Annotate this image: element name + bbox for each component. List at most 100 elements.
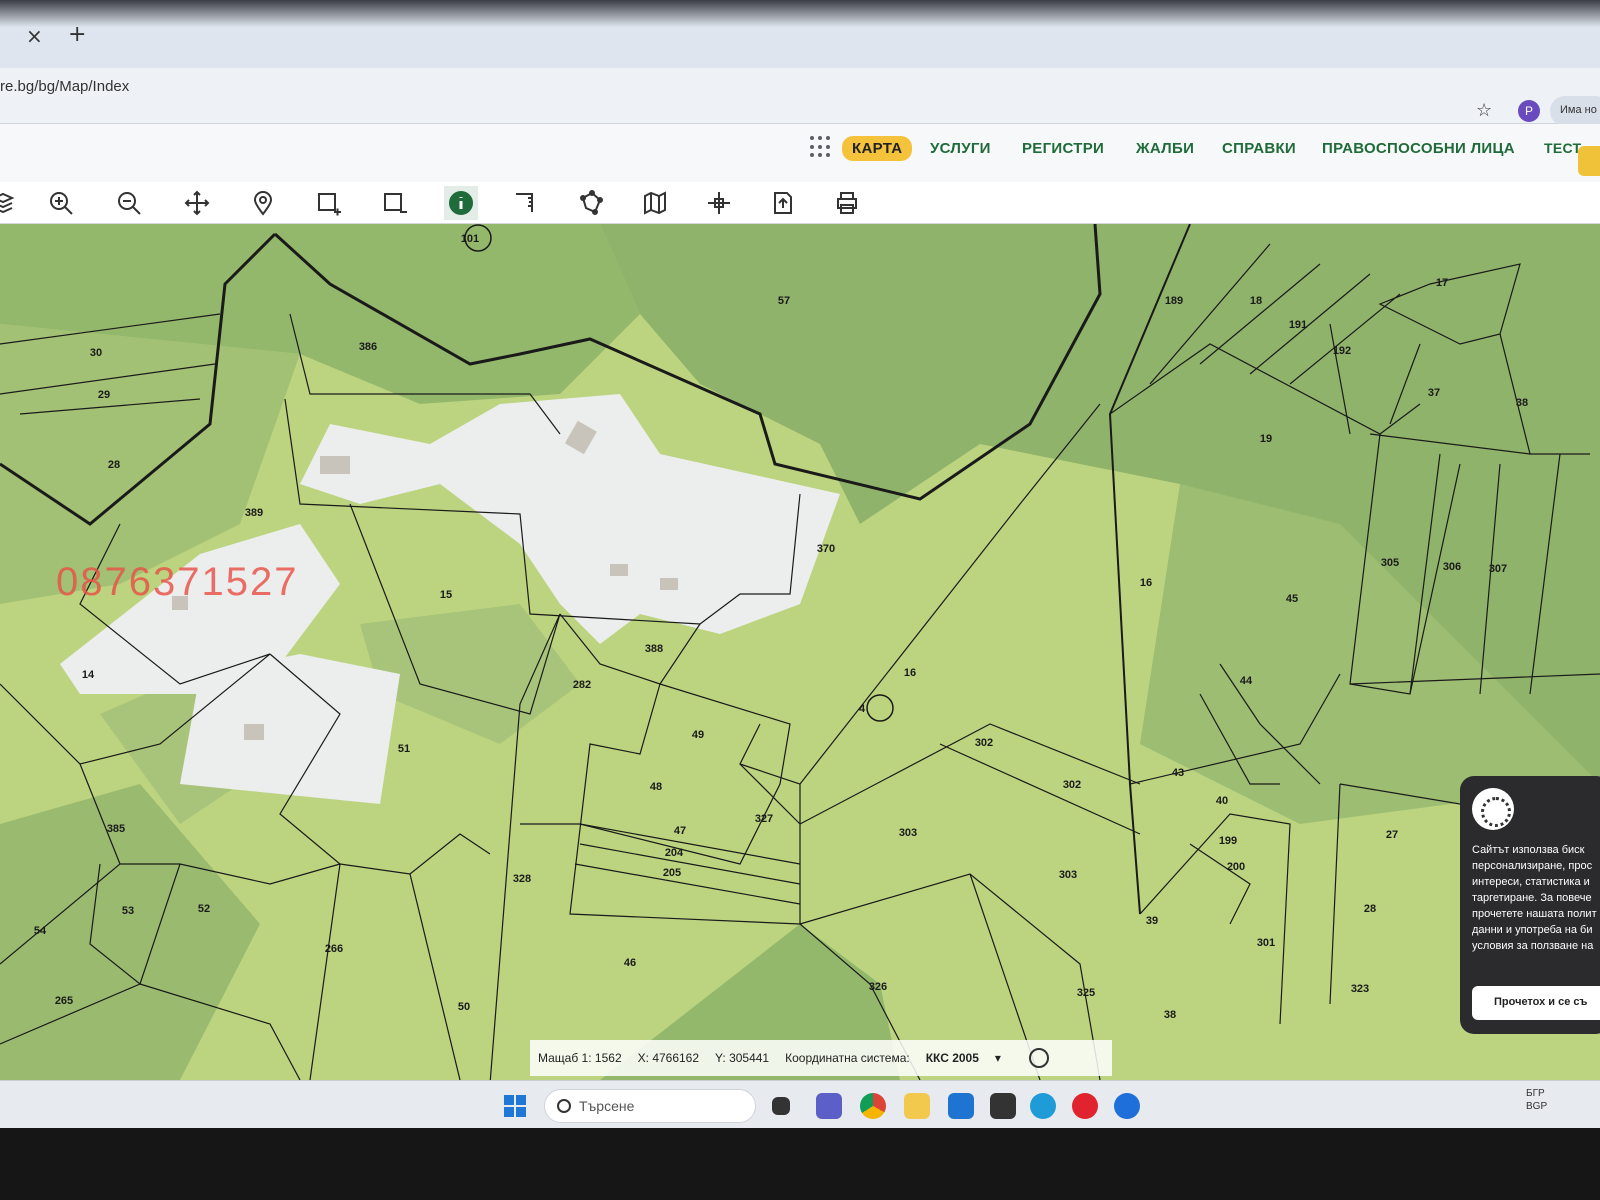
- parcel-number-label: 28: [1364, 903, 1376, 915]
- windows-taskbar: Търсене БГР BGP: [0, 1080, 1600, 1128]
- zoom-box-in-icon[interactable]: [312, 186, 346, 220]
- polygon-icon[interactable]: [574, 186, 608, 220]
- parcel-number-label: 45: [1286, 593, 1298, 605]
- chevron-down-icon[interactable]: ▾: [995, 1051, 1001, 1065]
- parcel-number-label: 385: [107, 823, 125, 835]
- scale-value: 1562: [594, 1051, 622, 1065]
- parcel-number-label: 47: [674, 825, 686, 837]
- parcel-number-label: 30: [90, 347, 102, 359]
- parcel-number-label: 266: [325, 943, 343, 955]
- map-toolbar: [0, 182, 1600, 224]
- parcel-number-label: 199: [1219, 835, 1237, 847]
- parcel-number-label: 52: [198, 903, 210, 915]
- layers-icon[interactable]: [0, 186, 20, 220]
- opera-icon[interactable]: [1072, 1093, 1098, 1119]
- parcel-number-label: 15: [440, 589, 452, 601]
- parcel-number-label: 200: [1227, 861, 1245, 873]
- cookie-icon: [1472, 788, 1514, 830]
- crs-label: Координатна система:: [785, 1051, 910, 1065]
- parcel-number-label: 27: [1386, 829, 1398, 841]
- coordinate-search-icon[interactable]: [1028, 1048, 1049, 1068]
- zoom-out-icon[interactable]: [112, 186, 146, 220]
- file-explorer-icon[interactable]: [904, 1093, 930, 1119]
- phone-watermark: 0876371527: [56, 560, 299, 604]
- search-icon: [557, 1099, 571, 1113]
- parcel-number-label: 370: [817, 543, 835, 555]
- parcel-number-label: 18: [1250, 295, 1262, 307]
- parcel-number-label: 327: [755, 813, 773, 825]
- parcel-number-label: 16: [904, 667, 916, 679]
- bookmark-star-icon[interactable]: ☆: [1476, 100, 1492, 121]
- apps-grid-icon[interactable]: [810, 136, 832, 158]
- parcel-number-label: 38: [1164, 1009, 1176, 1021]
- parcel-number-label: 19: [1260, 433, 1272, 445]
- parcel-number-label: 37: [1428, 387, 1440, 399]
- task-view-icon[interactable]: [772, 1097, 790, 1115]
- cookie-accept-button[interactable]: Прочетох и се съ: [1472, 986, 1600, 1020]
- zoom-in-icon[interactable]: [44, 186, 78, 220]
- parcel-number-label: 40: [1216, 795, 1228, 807]
- parcel-number-label: 38: [1516, 397, 1528, 409]
- map-icon[interactable]: [638, 186, 672, 220]
- taskbar-search-input[interactable]: Търсене: [544, 1089, 756, 1123]
- parcel-number-label: 303: [1059, 869, 1077, 881]
- nav-test[interactable]: ТЕСТ: [1544, 140, 1581, 156]
- cadastral-map[interactable]: 101 57 386 30 29 28 389 15 14 388 370 282 49 48 47 204 2…: [0, 224, 1600, 1080]
- windows-start-icon[interactable]: [504, 1095, 526, 1117]
- parcel-number-label: 51: [398, 743, 410, 755]
- teams-icon[interactable]: [816, 1093, 842, 1119]
- keyboard-language[interactable]: БГР BGP: [1526, 1087, 1547, 1113]
- parcel-number-label: 28: [108, 459, 120, 471]
- edge-icon[interactable]: [1030, 1093, 1056, 1119]
- hamburger-menu-icon[interactable]: [1578, 146, 1600, 176]
- scale-label: Мащаб 1:: [538, 1051, 592, 1065]
- dropbox-icon[interactable]: [990, 1093, 1016, 1119]
- parcel-number-label: 302: [1063, 779, 1081, 791]
- parcel-number-label: 265: [55, 995, 73, 1007]
- parcel-number-label: 302: [975, 737, 993, 749]
- crs-select[interactable]: ККС 2005: [926, 1051, 979, 1065]
- parcel-number-label: 204: [665, 847, 684, 859]
- mail-icon[interactable]: [948, 1093, 974, 1119]
- parcel-number-label: 388: [645, 643, 663, 655]
- export-icon[interactable]: [766, 186, 800, 220]
- parcel-number-label: 303: [899, 827, 917, 839]
- nav-references[interactable]: СПРАВКИ: [1222, 140, 1296, 157]
- tab-close-button[interactable]: ×: [26, 24, 43, 48]
- nav-map[interactable]: КАРТА: [842, 136, 913, 161]
- print-icon[interactable]: [830, 186, 864, 220]
- parcel-number-label: 326: [869, 981, 887, 993]
- parcel-number-label: 17: [1436, 277, 1448, 289]
- nav-licensed-persons[interactable]: ПРАВОСПОСОБНИ ЛИЦА: [1322, 140, 1515, 157]
- chrome-icon[interactable]: [860, 1093, 886, 1119]
- nav-registers[interactable]: РЕГИСТРИ: [1022, 140, 1104, 157]
- parcel-number-label: 43: [1172, 767, 1184, 779]
- parcel-number-label: 53: [122, 905, 134, 917]
- site-navigation: КАРТА УСЛУГИ РЕГИСТРИ ЖАЛБИ СПРАВКИ ПРАВ…: [0, 124, 1600, 182]
- y-label: Y:: [715, 1051, 726, 1065]
- cookie-consent-popup: Сайтът използва биск персонализиране, пр…: [1460, 776, 1600, 1034]
- parcel-number-label: 14: [82, 669, 95, 681]
- parcel-number-label: 192: [1333, 345, 1351, 357]
- parcel-number-label: 301: [1257, 937, 1275, 949]
- search-placeholder: Търсене: [579, 1098, 635, 1114]
- info-icon[interactable]: [444, 186, 478, 220]
- profile-avatar[interactable]: P: [1518, 100, 1540, 122]
- new-tab-button[interactable]: +: [68, 22, 86, 47]
- zoom-box-out-icon[interactable]: [378, 186, 412, 220]
- laptop-bezel: [0, 1128, 1600, 1200]
- location-pin-icon[interactable]: [246, 186, 280, 220]
- parcel-number-label: 328: [513, 873, 531, 885]
- crosshair-icon[interactable]: [702, 186, 736, 220]
- nav-complaints[interactable]: ЖАЛБИ: [1136, 140, 1194, 157]
- parcel-number-label: 39: [1146, 915, 1158, 927]
- nav-services[interactable]: УСЛУГИ: [930, 140, 991, 157]
- url-field[interactable]: re.bg/bg/Map/Index: [0, 78, 129, 95]
- parcel-number-label: 282: [573, 679, 591, 691]
- app-icon[interactable]: [1114, 1093, 1140, 1119]
- measure-icon[interactable]: [508, 186, 542, 220]
- browser-tab-bar: × +: [0, 0, 1600, 68]
- pan-icon[interactable]: [180, 186, 214, 220]
- x-value: 4766162: [652, 1051, 700, 1065]
- update-chip[interactable]: Има но: [1550, 96, 1600, 126]
